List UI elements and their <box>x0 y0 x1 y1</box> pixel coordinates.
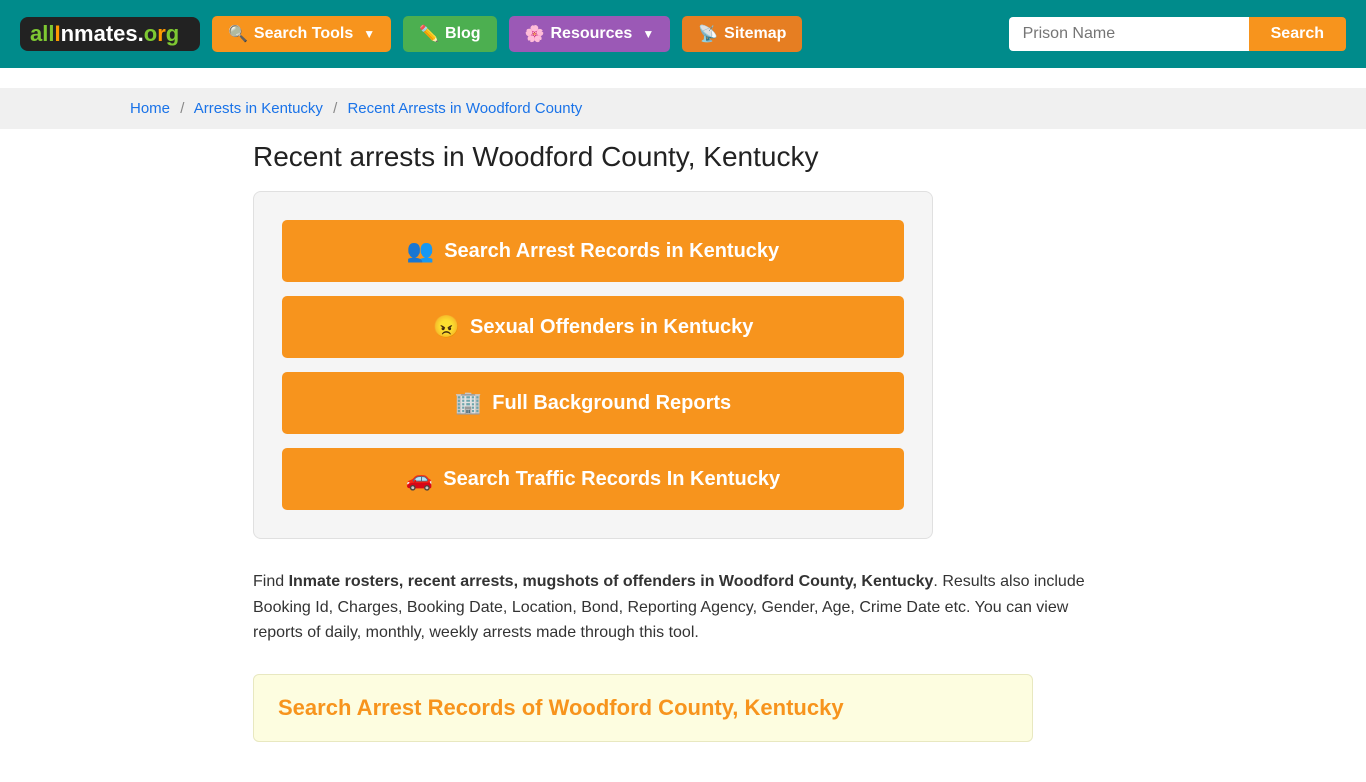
desc-prefix: Find <box>253 573 289 590</box>
arrest-records-label: Search Arrest Records in Kentucky <box>444 240 779 263</box>
arrest-records-button[interactable]: 👥 Search Arrest Records in Kentucky <box>282 220 904 282</box>
breadcrumb-bar: Home / Arrests in Kentucky / Recent Arre… <box>0 88 1366 129</box>
search-button-label: Search <box>1271 25 1324 42</box>
traffic-records-label: Search Traffic Records In Kentucky <box>443 468 780 491</box>
desc-bold: Inmate rosters, recent arrests, mugshots… <box>289 573 934 590</box>
blog-icon: ✏️ <box>419 24 439 44</box>
main-content: Recent arrests in Woodford County, Kentu… <box>233 141 1133 782</box>
building-icon: 🏢 <box>455 390 482 416</box>
bottom-section: Search Arrest Records of Woodford County… <box>253 674 1033 742</box>
page-title: Recent arrests in Woodford County, Kentu… <box>253 141 1113 173</box>
search-tools-icon: 🔍 <box>228 24 248 44</box>
search-tools-label: Search Tools <box>254 25 353 43</box>
prison-search-input[interactable] <box>1009 17 1249 51</box>
site-header: allInmates.org 🔍 Search Tools ▼ ✏️ Blog … <box>0 0 1366 68</box>
blog-label: Blog <box>445 25 481 43</box>
bottom-heading: Search Arrest Records of Woodford County… <box>278 695 1008 721</box>
sexual-offenders-label: Sexual Offenders in Kentucky <box>470 316 753 339</box>
logo-text: allInmates.org <box>30 21 179 47</box>
breadcrumb-current: Recent Arrests in Woodford County <box>347 100 582 117</box>
breadcrumb-arrests-kentucky[interactable]: Arrests in Kentucky <box>194 100 323 117</box>
background-reports-label: Full Background Reports <box>492 392 731 415</box>
sitemap-icon: 📡 <box>698 24 718 44</box>
resources-icon: 🌸 <box>525 24 545 44</box>
blog-button[interactable]: ✏️ Blog <box>403 16 496 52</box>
resources-button[interactable]: 🌸 Resources ▼ <box>509 16 671 52</box>
breadcrumb-sep-2: / <box>333 100 337 117</box>
traffic-records-button[interactable]: 🚗 Search Traffic Records In Kentucky <box>282 448 904 510</box>
resources-label: Resources <box>551 25 633 43</box>
breadcrumb-home[interactable]: Home <box>130 100 170 117</box>
sitemap-button[interactable]: 📡 Sitemap <box>682 16 802 52</box>
people-icon: 👥 <box>407 238 434 264</box>
background-reports-button[interactable]: 🏢 Full Background Reports <box>282 372 904 434</box>
action-button-box: 👥 Search Arrest Records in Kentucky 😠 Se… <box>253 191 933 539</box>
search-tools-button[interactable]: 🔍 Search Tools ▼ <box>212 16 391 52</box>
breadcrumb: Home / Arrests in Kentucky / Recent Arre… <box>130 100 1236 117</box>
site-logo[interactable]: allInmates.org <box>20 17 200 51</box>
header-search: Search <box>1009 17 1346 51</box>
car-icon: 🚗 <box>406 466 433 492</box>
sexual-offenders-button[interactable]: 😠 Sexual Offenders in Kentucky <box>282 296 904 358</box>
chevron-down-icon: ▼ <box>363 27 375 41</box>
description-paragraph: Find Inmate rosters, recent arrests, mug… <box>253 569 1113 646</box>
breadcrumb-sep-1: / <box>180 100 184 117</box>
prison-search-button[interactable]: Search <box>1249 17 1346 51</box>
chevron-down-icon-2: ▼ <box>642 27 654 41</box>
sitemap-label: Sitemap <box>724 25 786 43</box>
offender-icon: 😠 <box>433 314 460 340</box>
